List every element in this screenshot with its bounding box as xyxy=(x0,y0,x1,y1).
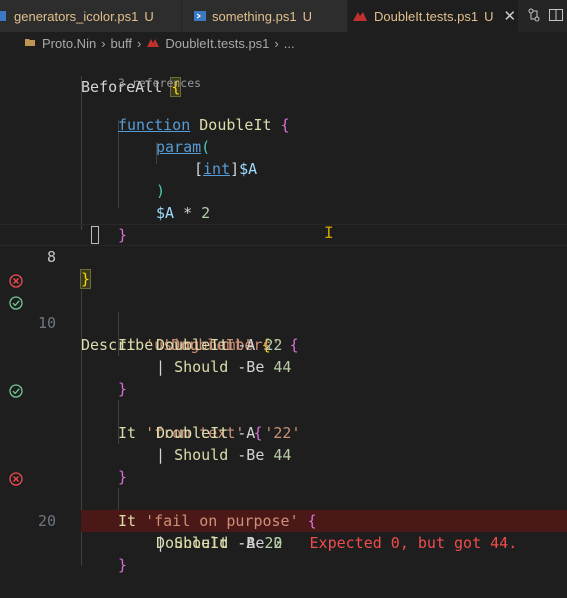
code-line: } xyxy=(0,532,567,574)
powershell-icon xyxy=(194,10,206,22)
code-line: ) xyxy=(0,158,567,200)
test-failed-icon[interactable] xyxy=(9,272,23,288)
breadcrumb-item[interactable]: Proto.Nin xyxy=(42,36,96,51)
code-line: | Should -Be 44 xyxy=(156,446,292,464)
code-line: DoubleIt -A 22 xyxy=(156,336,283,354)
bracket: } xyxy=(118,556,128,574)
tab-something[interactable]: something.ps1 U xyxy=(182,0,348,32)
code-line: [int]$A xyxy=(194,160,258,178)
tab-generators-icolor[interactable]: generators_icolor.ps1 U xyxy=(0,0,182,32)
editor-actions xyxy=(523,0,567,32)
chevron-right-icon: › xyxy=(101,35,106,51)
code-line: 8 } xyxy=(0,224,567,289)
code-line: param( xyxy=(0,114,567,156)
code-line: function DoubleIt { xyxy=(0,92,567,134)
breadcrumb: Proto.Nin › buff › DoubleIt.tests.ps1 › … xyxy=(0,32,567,54)
code-line: } xyxy=(0,444,567,486)
tab-label: generators_icolor.ps1 xyxy=(14,8,139,24)
folder-icon xyxy=(24,36,36,51)
test-passed-icon[interactable] xyxy=(9,294,23,310)
tab-label: DoubleIt.tests.ps1 xyxy=(374,8,479,24)
tab-status: U xyxy=(302,8,312,24)
code-line: 20 DoubleIt -A 22 xyxy=(0,488,567,552)
pester-test-icon xyxy=(146,36,160,51)
breadcrumb-item[interactable]: ... xyxy=(284,36,295,51)
breadcrumb-item[interactable]: buff xyxy=(111,36,132,51)
test-passed-icon[interactable] xyxy=(9,382,23,398)
powershell-icon xyxy=(0,10,8,22)
code-editor[interactable]: BeforeAll { 3 references function Double… xyxy=(0,54,567,574)
code-line: } xyxy=(0,356,567,398)
line-number: 8 xyxy=(46,248,56,266)
tab-doubleit-tests[interactable]: DoubleIt.tests.ps1 U ✕ xyxy=(348,0,519,32)
code-line: DoubleIt -A '22' xyxy=(156,424,301,442)
tab-bar: generators_icolor.ps1 U something.ps1 U … xyxy=(0,0,567,32)
tab-status: U xyxy=(484,8,494,24)
split-editor-icon[interactable] xyxy=(549,7,563,26)
code-line: | Should -Be 0 Expected 0, but got 44. xyxy=(156,534,518,552)
code-line: It 'using numbers' { xyxy=(0,290,567,354)
text-cursor xyxy=(91,226,99,244)
pester-test-icon xyxy=(352,10,368,22)
breadcrumb-item[interactable]: DoubleIt.tests.ps1 xyxy=(165,36,269,51)
chevron-right-icon: › xyxy=(137,35,142,51)
code-line: | Should -Be 44 xyxy=(156,358,292,376)
test-failed-icon[interactable] xyxy=(9,470,23,486)
chevron-right-icon: › xyxy=(274,35,279,51)
code-line: It 'fail on purpose' { xyxy=(0,466,567,530)
compare-changes-icon[interactable] xyxy=(527,7,541,26)
code-line: $A * 2 xyxy=(156,204,211,222)
code-line: BeforeAll { xyxy=(0,54,567,97)
mouse-ibeam-cursor: I xyxy=(324,223,334,242)
codelens-references[interactable]: 3 references xyxy=(118,76,201,90)
code-line: It 'from text' { xyxy=(0,378,567,442)
tab-label: something.ps1 xyxy=(212,8,297,24)
code-line: } xyxy=(0,202,567,244)
close-icon[interactable]: ✕ xyxy=(503,7,516,25)
tab-status: U xyxy=(144,8,154,24)
code-line: 10 Describe 'DoubleIt' { xyxy=(0,268,567,354)
